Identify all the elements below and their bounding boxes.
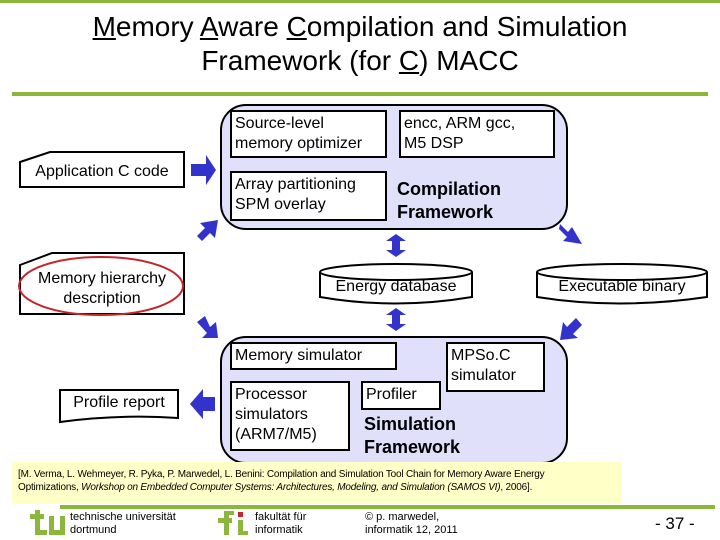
arrow-sim-to-profile	[190, 389, 215, 419]
citation-italic: Workshop on Embedded Computer Systems: A…	[81, 482, 501, 493]
compilers-line-2: M5 DSP	[404, 135, 464, 152]
arrow-compile-to-exec	[559, 224, 582, 244]
page-number: - 37 -	[655, 514, 695, 533]
processor-line-1: Processor	[235, 386, 308, 403]
fi-name: fakultät für informatik	[255, 511, 306, 537]
fi-line-1: fakultät für	[255, 511, 307, 523]
fi-line-2: informatik	[255, 524, 303, 536]
compilation-label-line-1: Compilation	[397, 179, 501, 199]
tu-logo-icon	[30, 510, 65, 535]
mpsoc-line-2: simulator	[451, 367, 516, 384]
app-code-label: Application C code	[35, 163, 169, 180]
arrow-exec-to-sim	[560, 318, 582, 340]
tu-name: technische universität dortmund	[70, 511, 176, 537]
profiler-box: Profiler	[361, 381, 441, 410]
copyright-line-2: informatik 12, 2011	[365, 524, 458, 536]
processor-simulators-box: Processor simulators (ARM7/M5)	[230, 381, 350, 451]
compilation-label-line-2: Framework	[397, 202, 494, 222]
arrow-app-to-compile	[191, 155, 216, 185]
processor-line-2: simulators	[235, 406, 308, 423]
tu-line-1: technische universität	[70, 511, 176, 523]
copyright-line-1: © p. marwedel,	[365, 511, 440, 523]
array-partitioning-box: Array partitioning SPM overlay	[230, 171, 387, 221]
memory-hierarchy-label: Memory hierarchy description	[20, 269, 184, 309]
tu-line-2: dortmund	[70, 524, 117, 536]
arrow-memhier-to-compile	[197, 220, 218, 241]
mpsoc-simulator-box: MPSo.C simulator	[446, 342, 545, 392]
array-partitioning-line-2: SPM overlay	[235, 196, 326, 213]
simulation-label-line-1: Simulation	[364, 414, 457, 434]
arrow-compile-energy	[386, 234, 406, 257]
simulation-framework-label: Simulation Framework	[364, 413, 460, 459]
executable-binary-label: Executable binary	[558, 278, 686, 295]
source-level-optimizer-box: Source-level memory optimizer	[230, 110, 387, 158]
compilers-box: encc, ARM gcc, M5 DSP	[399, 110, 555, 158]
citation-box: [M. Verma, L. Wehmeyer, R. Pyka, P. Marw…	[12, 462, 622, 504]
array-partitioning-line-1: Array partitioning	[235, 176, 356, 193]
compilers-line-1: encc, ARM gcc,	[404, 115, 516, 132]
energy-database-label: Energy database	[335, 278, 457, 295]
copyright: © p. marwedel, informatik 12, 2011	[365, 511, 458, 537]
simulation-label-line-2: Framework	[364, 437, 461, 457]
processor-line-3: (ARM7/M5)	[235, 426, 317, 443]
footer-divider	[60, 505, 715, 509]
citation-line-1: [M. Verma, L. Wehmeyer, R. Pyka, P. Marw…	[18, 469, 545, 480]
arrow-memhier-to-sim	[197, 316, 218, 338]
profile-report-label: Profile report	[73, 394, 165, 411]
citation-line-2: Optimizations, Workshop on Embedded Comp…	[18, 481, 616, 494]
citation-end: , 2006].	[500, 482, 533, 493]
compilation-framework-label: Compilation Framework	[397, 178, 501, 224]
memory-hierarchy-line-2: description	[63, 290, 141, 307]
mpsoc-line-1: MPSo.C	[451, 347, 511, 364]
source-level-line-2: memory optimizer	[235, 135, 363, 152]
memory-simulator-box: Memory simulator	[230, 342, 397, 370]
fi-logo-icon	[218, 511, 248, 535]
arrow-energy-sim	[386, 308, 406, 331]
source-level-line-1: Source-level	[235, 115, 324, 132]
memory-hierarchy-line-1: Memory hierarchy	[37, 270, 167, 287]
citation-plain: Optimizations,	[18, 482, 82, 493]
